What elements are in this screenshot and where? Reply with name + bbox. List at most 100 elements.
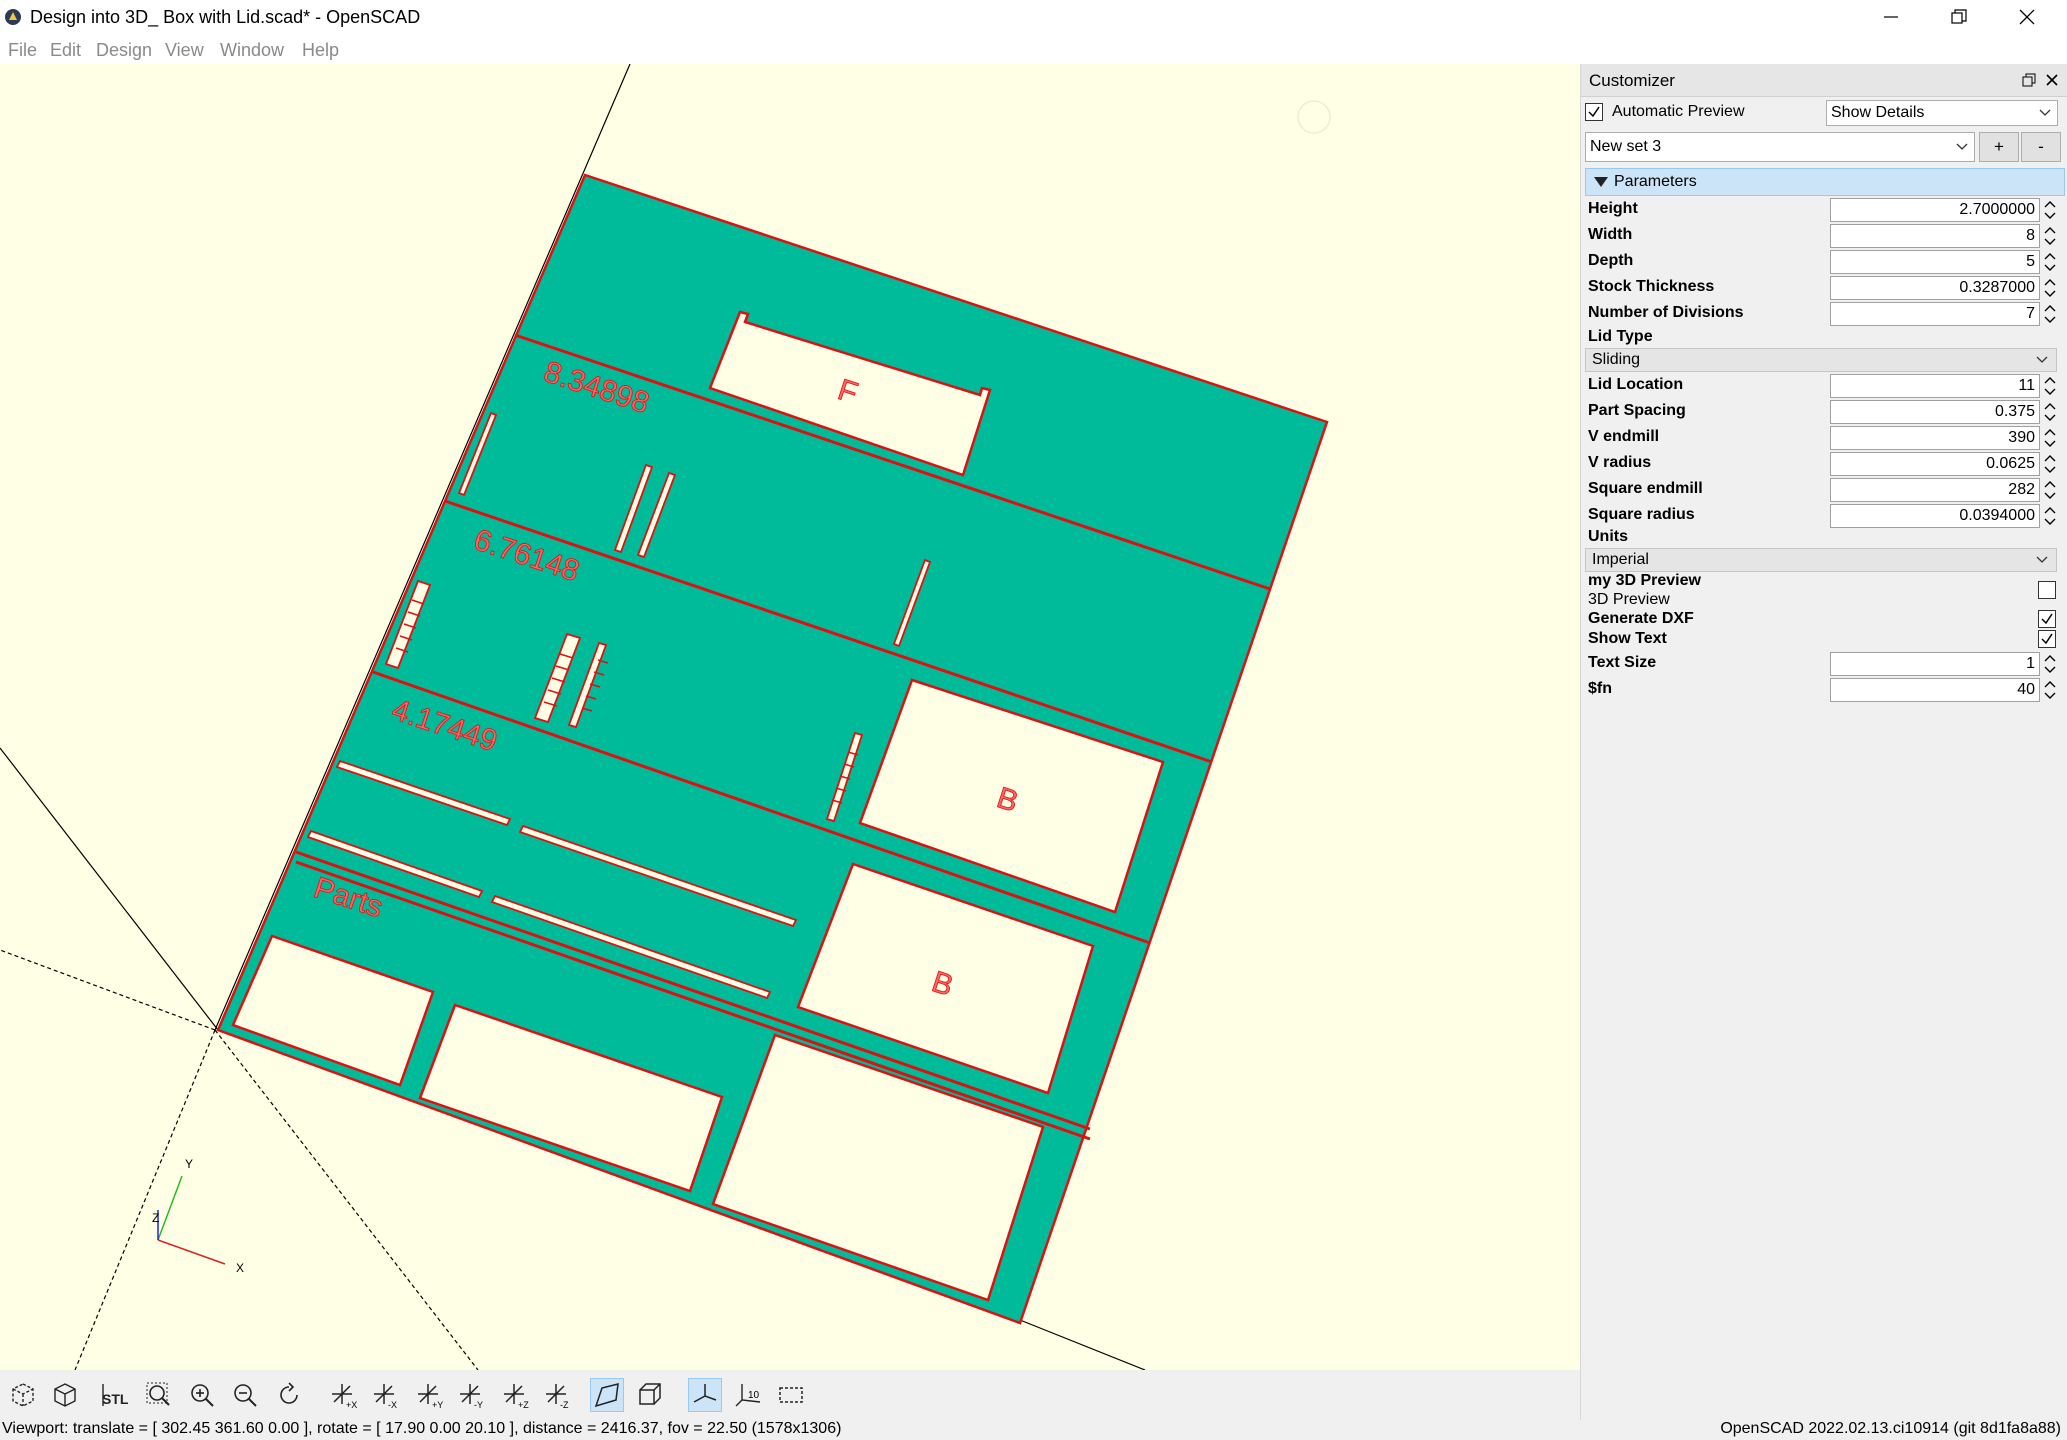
rotation-indicator (1297, 100, 1331, 134)
axis-line-bottom (1019, 1319, 1146, 1370)
param-spin-square-endmill[interactable]: 282 (1830, 478, 2058, 502)
param-spin-number-of-divisions[interactable]: 7 (1830, 302, 2058, 326)
restore-icon (1951, 9, 1967, 24)
param-label-height: Height (1588, 200, 1638, 217)
show-edges-button[interactable] (774, 1378, 808, 1412)
param-spin-v-radius[interactable]: 0.0625 (1830, 452, 2058, 476)
param-spin-text-size[interactable]: 1 (1830, 652, 2058, 676)
view-front-button[interactable]: -Y (454, 1378, 488, 1412)
param-label-stock-thickness: Stock Thickness (1588, 278, 1715, 295)
lid-type-select[interactable]: Sliding (1585, 348, 2057, 372)
spin-arrows-icon[interactable] (2042, 224, 2058, 248)
text-size-input[interactable]: 1 (1830, 652, 2040, 676)
menu-file[interactable]: File (8, 40, 37, 61)
remove-preset-button[interactable]: - (2021, 132, 2061, 162)
orthogonal-button[interactable] (634, 1378, 668, 1412)
customizer-header: Customizer (1581, 64, 2067, 97)
render-button[interactable] (48, 1378, 82, 1412)
v-radius-input[interactable]: 0.0625 (1830, 452, 2040, 476)
spin-arrows-icon[interactable] (2042, 250, 2058, 274)
view-toolbar: STL +X -X +Y -Y +Z -Z 10 (0, 1370, 1580, 1420)
spin-arrows-icon[interactable] (2042, 302, 2058, 326)
v-endmill-input[interactable]: 390 (1830, 426, 2040, 450)
close-icon (2046, 74, 2058, 86)
spin-arrows-icon[interactable] (2042, 374, 2058, 398)
add-preset-button[interactable]: + (1979, 132, 2019, 162)
parameters-section-header[interactable]: Parameters (1585, 168, 2065, 196)
param-spin-height[interactable]: 2.7000000 (1830, 198, 2058, 222)
my-3d-preview-checkbox[interactable] (2038, 581, 2056, 599)
stock-thickness-input[interactable]: 0.3287000 (1830, 276, 2040, 300)
menu-design[interactable]: Design (96, 40, 152, 61)
width-input[interactable]: 8 (1830, 224, 2040, 248)
details-select[interactable]: Show Details (1826, 100, 2058, 126)
show-text-checkbox[interactable] (2038, 630, 2056, 648)
fn-input[interactable]: 40 (1830, 678, 2040, 702)
preset-select[interactable]: New set 3 (1585, 132, 1975, 162)
chevron-down-icon (2036, 556, 2048, 563)
param-label-width: Width (1588, 226, 1633, 243)
param-spin-part-spacing[interactable]: 0.375 (1830, 400, 2058, 424)
restore-button[interactable] (1925, 0, 1993, 34)
param-spin-depth[interactable]: 5 (1830, 250, 2058, 274)
generate-dxf-checkbox[interactable] (2038, 610, 2056, 628)
param-spin-v-endmill[interactable]: 390 (1830, 426, 2058, 450)
units-select[interactable]: Imperial (1585, 548, 2057, 572)
export-stl-button[interactable]: STL (98, 1378, 132, 1412)
spin-arrows-icon[interactable] (2042, 400, 2058, 424)
spin-arrows-icon[interactable] (2042, 504, 2058, 528)
spin-arrows-icon[interactable] (2042, 452, 2058, 476)
spin-arrows-icon[interactable] (2042, 652, 2058, 676)
view-left-icon: -X (374, 1384, 397, 1410)
minimize-button[interactable] (1857, 0, 1925, 34)
view-top-button[interactable]: +Z (498, 1378, 532, 1412)
menu-help[interactable]: Help (302, 40, 339, 61)
param-label-v-radius: V radius (1588, 454, 1652, 471)
spin-arrows-icon[interactable] (2042, 198, 2058, 222)
reset-view-button[interactable] (272, 1378, 306, 1412)
view-back-icon: +Y (418, 1384, 443, 1410)
3d-viewport[interactable]: 8.34898 6.76148 4.17449 Parts F B B X Y … (0, 64, 1580, 1370)
undock-button[interactable] (2019, 70, 2039, 90)
chevron-down-icon (2039, 109, 2051, 116)
height-input[interactable]: 2.7000000 (1830, 198, 2040, 222)
param-spin-square-radius[interactable]: 0.0394000 (1830, 504, 2058, 528)
view-right-button[interactable]: +X (326, 1378, 360, 1412)
param-spin-width[interactable]: 8 (1830, 224, 2058, 248)
menu-edit[interactable]: Edit (50, 40, 81, 61)
menu-view[interactable]: View (165, 40, 204, 61)
menu-window[interactable]: Window (220, 40, 284, 61)
close-window-button[interactable] (1993, 0, 2061, 34)
part-spacing-input[interactable]: 0.375 (1830, 400, 2040, 424)
perspective-button[interactable] (590, 1378, 624, 1412)
spin-arrows-icon[interactable] (2042, 678, 2058, 702)
svg-text:+X: +X (346, 1400, 357, 1410)
param-spin-stock-thickness[interactable]: 0.3287000 (1830, 276, 2058, 300)
lid-location-input[interactable]: 11 (1830, 374, 2040, 398)
svg-text:STL: STL (102, 1391, 129, 1407)
view-left-button[interactable]: -X (368, 1378, 402, 1412)
spin-arrows-icon[interactable] (2042, 478, 2058, 502)
square-radius-input[interactable]: 0.0394000 (1830, 504, 2040, 528)
spin-arrows-icon[interactable] (2042, 276, 2058, 300)
automatic-preview-checkbox[interactable] (1585, 103, 1603, 121)
square-endmill-input[interactable]: 282 (1830, 478, 2040, 502)
view-bottom-button[interactable]: -Z (540, 1378, 574, 1412)
param-desc-3d-preview: 3D Preview (1588, 591, 1670, 608)
zoom-out-button[interactable] (228, 1378, 262, 1412)
show-edges-icon (779, 1387, 803, 1403)
param-spin-lid-location[interactable]: 11 (1830, 374, 2058, 398)
param-spin-fn[interactable]: 40 (1830, 678, 2058, 702)
param-label-depth: Depth (1588, 252, 1634, 269)
param-label-number-of-divisions: Number of Divisions (1588, 304, 1744, 321)
view-back-button[interactable]: +Y (412, 1378, 446, 1412)
show-axes-button[interactable] (688, 1378, 722, 1412)
view-all-button[interactable] (142, 1378, 176, 1412)
spin-arrows-icon[interactable] (2042, 426, 2058, 450)
number-of-divisions-input[interactable]: 7 (1830, 302, 2040, 326)
close-panel-button[interactable] (2042, 70, 2062, 90)
show-scale-button[interactable]: 10 (732, 1378, 766, 1412)
preview-button[interactable] (6, 1378, 40, 1412)
depth-input[interactable]: 5 (1830, 250, 2040, 274)
zoom-in-button[interactable] (185, 1378, 219, 1412)
